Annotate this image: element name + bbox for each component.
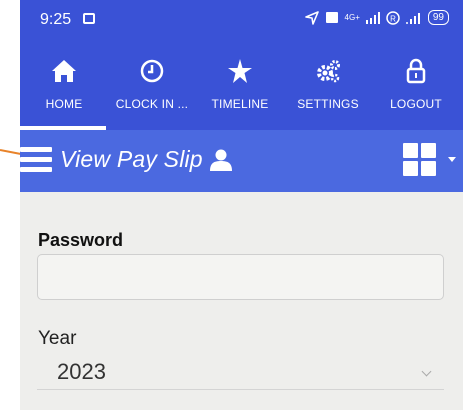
page-title: View Pay Slip	[60, 146, 203, 172]
nav-item-home[interactable]: HOME	[20, 40, 108, 130]
nav-item-clock-in[interactable]: CLOCK IN ...	[108, 40, 196, 130]
svg-text:R: R	[390, 14, 396, 23]
nav-label-logout: LOGOUT	[390, 97, 442, 111]
year-selected-value: 2023	[57, 359, 106, 384]
clock-icon	[140, 59, 164, 83]
location-icon	[304, 10, 319, 25]
screenshot-frame: 9:25 4G+ R 99 HOME CLOCK IN ... TIMELINE…	[0, 0, 463, 410]
user-icon	[210, 149, 232, 171]
network-type: 4G+	[344, 13, 360, 22]
nav-label-timeline: TIMELINE	[211, 97, 269, 111]
title-bar: View Pay Slip	[20, 130, 463, 192]
signal-2-icon	[405, 12, 420, 24]
signal-icon	[365, 11, 380, 24]
nav-label-home: HOME	[45, 97, 83, 111]
caret-down-icon[interactable]	[448, 157, 456, 162]
status-time: 9:25	[40, 11, 72, 28]
sparkle-icon	[228, 59, 252, 83]
battery-level: 99	[427, 10, 449, 25]
home-icon	[52, 60, 76, 82]
chevron-down-icon	[421, 366, 432, 377]
nav-item-settings[interactable]: SETTINGS	[284, 40, 372, 130]
nav-label-clock-in: CLOCK IN ...	[115, 97, 189, 111]
nav-bar: HOME CLOCK IN ... TIMELINE SETTINGS LOGO…	[20, 40, 463, 130]
nav-label-settings: SETTINGS	[297, 97, 359, 111]
nav-item-logout[interactable]: LOGOUT	[372, 40, 460, 130]
nav-item-timeline[interactable]: TIMELINE	[196, 40, 284, 130]
notification-icon	[83, 13, 95, 24]
hamburger-menu-icon[interactable]	[20, 144, 52, 174]
hd-call-icon	[325, 12, 338, 23]
status-icons: 4G+ R 99	[304, 10, 449, 25]
gears-icon	[317, 60, 340, 83]
lock-icon	[406, 58, 426, 84]
status-bar: 9:25 4G+ R 99	[20, 0, 463, 40]
form-area: Password Year 2023	[20, 192, 463, 410]
year-select[interactable]: 2023	[37, 350, 444, 390]
roaming-icon: R	[386, 10, 400, 25]
grid-menu-icon[interactable]	[403, 143, 437, 177]
password-input[interactable]	[37, 254, 444, 300]
password-label: Password	[38, 230, 124, 250]
app-screen: 9:25 4G+ R 99 HOME CLOCK IN ... TIMELINE…	[20, 0, 463, 410]
year-label: Year	[38, 328, 77, 349]
